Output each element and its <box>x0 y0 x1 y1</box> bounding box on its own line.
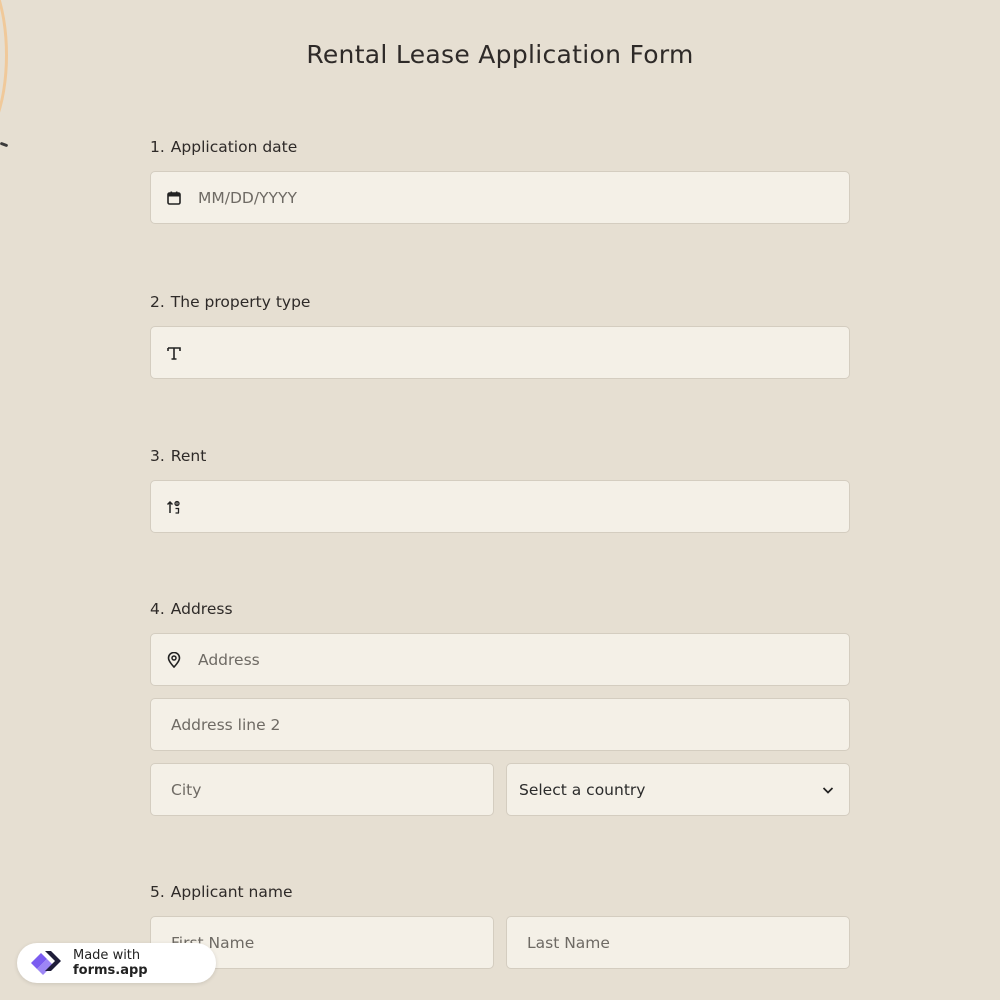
question-rent: 3. Rent <box>150 446 850 533</box>
country-select[interactable]: Select a country <box>506 763 850 816</box>
question-application-date: 1. Application date MM/DD/YYYY <box>150 137 850 224</box>
question-address: 4. Address Address Address line 2 City Se… <box>150 599 850 816</box>
badge-text: Made with forms.app <box>73 948 148 978</box>
city-country-row: City Select a country <box>150 763 850 816</box>
form-title: Rental Lease Application Form <box>306 40 694 69</box>
question-applicant-name: 5. Applicant name First Name Last Name <box>150 882 850 969</box>
name-row: First Name Last Name <box>150 916 850 969</box>
address-input[interactable]: Address <box>150 633 850 686</box>
number-sort-icon <box>165 498 183 516</box>
city-input[interactable]: City <box>150 763 494 816</box>
last-name-input[interactable]: Last Name <box>506 916 850 969</box>
question-label: 4. Address <box>150 600 233 618</box>
question-property-type: 2. The property type <box>150 292 850 379</box>
text-icon <box>165 344 183 362</box>
question-label: 5. Applicant name <box>150 883 293 901</box>
question-label: 3. Rent <box>150 447 207 465</box>
forms-app-logo-icon <box>27 946 65 980</box>
city-placeholder: City <box>171 780 202 799</box>
decorative-mark <box>0 141 9 148</box>
question-label: 1. Application date <box>150 138 298 156</box>
property-type-input[interactable] <box>150 326 850 379</box>
decorative-arc <box>0 0 8 150</box>
address-line2-placeholder: Address line 2 <box>171 715 281 734</box>
question-label: 2. The property type <box>150 293 311 311</box>
form-page: Rental Lease Application Form 1. Applicat… <box>0 0 1000 1000</box>
application-date-input[interactable]: MM/DD/YYYY <box>150 171 850 224</box>
address-line2-input[interactable]: Address line 2 <box>150 698 850 751</box>
last-name-placeholder: Last Name <box>527 933 610 952</box>
location-pin-icon <box>165 651 183 669</box>
made-with-forms-app-badge[interactable]: Made with forms.app <box>17 943 216 983</box>
chevron-down-icon <box>821 783 835 797</box>
country-select-value: Select a country <box>519 780 646 799</box>
rent-input[interactable] <box>150 480 850 533</box>
calendar-icon <box>165 189 183 207</box>
